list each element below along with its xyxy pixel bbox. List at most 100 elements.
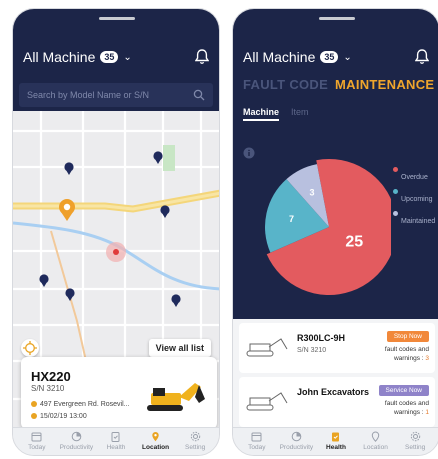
excavator-outline-icon [246,338,288,357]
tab-label: Productivity [59,444,94,451]
legend-item-upcoming: Upcoming [393,189,435,211]
machine-health-list: R300LC-9H S/N 3210 Stop Now fault codes … [233,319,438,429]
tab-productivity[interactable]: Productivity [277,428,317,455]
tab-label: Health [106,444,126,451]
maintenance-pie-chart: 25 7 3 [265,159,391,295]
machine-selector[interactable]: All Machine 35 ⌄ [23,49,132,65]
machine-serial: S/N 3210 [31,384,65,393]
park-area [163,145,175,171]
pie-value-label: 7 [289,214,294,224]
machine-serial: S/N 3210 [297,347,327,354]
search-box [19,83,213,107]
fault-summary: fault codes and warnings : 1 [359,399,429,417]
legend-item-overdue: Overdue [393,167,435,189]
view-all-list-button[interactable]: View all list [148,339,211,357]
fault-label: fault codes and warnings : [384,346,429,362]
list-item[interactable]: R300LC-9H S/N 3210 Stop Now fault codes … [239,323,435,373]
tab-label: Setting [185,444,206,451]
tab-fault-code[interactable]: FAULT CODE [243,77,328,92]
tab-health[interactable]: Health [96,428,136,455]
tab-label: Location [142,444,170,451]
machine-info-card[interactable]: HX220 S/N 3210 497 Evergreen Rd. Rosevil… [21,357,217,429]
excavator-icon [147,383,205,411]
tab-location[interactable]: Location [356,428,396,455]
legend-dot [393,189,398,194]
service-now-button[interactable]: Service Now [378,385,429,396]
pie-value-label: 3 [310,188,315,198]
calendar-icon [251,432,262,442]
calendar-icon [31,432,42,442]
legend-label: Maintained [401,218,436,225]
tab-setting[interactable]: Setting [395,428,435,455]
phone-speaker [99,17,135,20]
search-icon[interactable] [193,89,205,101]
machine-name: R300LC-9H [297,333,346,343]
pie-value-label: 25 [345,233,363,250]
bottom-tab-bar: Today Productivity Health Location Setti… [233,427,438,455]
machine-datetime: 15/02/19 13:00 [31,413,87,420]
pie-chart-icon [71,431,82,442]
bottom-tab-bar: Today Productivity Health Location Setti… [13,427,219,455]
tab-maintenance[interactable]: MAINTENANCE [335,77,434,92]
bell-icon[interactable] [195,49,209,65]
location-pin-icon [31,401,37,407]
phone-health-screen: All Machine 35 ⌄ FAULT CODE MAINTENANCE … [232,8,438,456]
bell-icon[interactable] [415,49,429,65]
tab-setting[interactable]: Setting [175,428,215,455]
datetime-text: 15/02/19 13:00 [40,413,87,420]
current-location-marker [106,242,126,262]
search-input[interactable] [27,83,187,107]
location-pin-icon [371,431,380,442]
tab-label: Location [363,444,388,451]
header-title: All Machine [23,49,96,65]
tab-today[interactable]: Today [17,428,57,455]
crosshair-icon [23,341,37,355]
legend-item-maintained: Maintained [393,211,435,233]
tab-label: Today [248,444,266,451]
tab-label: Today [28,444,46,451]
tab-label: Health [326,444,346,451]
tab-label: Productivity [279,444,314,451]
tab-productivity[interactable]: Productivity [57,428,97,455]
pie-chart-icon [291,431,302,442]
phone-location-screen: All Machine 35 ⌄ Search by Model Name or… [12,8,220,456]
machine-name: John Excavators [297,387,370,397]
tab-today[interactable]: Today [237,428,277,455]
location-pin-icon [152,432,159,442]
gear-icon [410,431,420,442]
machine-count-badge: 35 [100,51,119,63]
subtab-item[interactable]: Item [291,107,309,117]
canvas: All Machine 35 ⌄ Search by Model Name or… [0,0,438,459]
chevron-down-icon: ⌄ [123,51,132,63]
stop-now-button[interactable]: Stop Now [386,331,429,342]
gear-icon [190,431,200,442]
clipboard-icon [332,432,340,442]
fault-summary: fault codes and warnings : 3 [359,345,429,363]
address-text: 497 Evergreen Rd. Rosevil... [40,401,130,408]
legend-label: Overdue [401,174,428,181]
fault-count: 3 [425,355,429,362]
chevron-down-icon: ⌄ [343,51,352,63]
fault-count: 1 [425,409,429,416]
excavator-outline-icon [246,392,288,411]
list-item[interactable]: John Excavators Service Now fault codes … [239,377,435,427]
legend-label: Upcoming [401,196,433,203]
search-bar [13,81,219,111]
machine-selector[interactable]: All Machine 35 ⌄ [243,49,352,65]
tab-health[interactable]: Health [316,428,356,455]
fault-label: fault codes and warnings : [384,400,429,416]
tab-label: Setting [405,444,426,451]
locate-me-button[interactable] [21,339,39,357]
legend-dot [393,167,398,172]
phone-speaker [319,17,355,20]
machine-model: HX220 [31,369,71,384]
health-panel: All Machine 35 ⌄ FAULT CODE MAINTENANCE … [233,9,438,319]
machine-address: 497 Evergreen Rd. Rosevil... [31,401,130,408]
subtab-machine[interactable]: Machine [243,107,280,121]
header-title: All Machine [243,49,316,65]
tab-location[interactable]: Location [136,428,176,455]
clipboard-icon [111,432,120,442]
clock-icon [31,413,37,419]
legend-dot [393,211,398,216]
machine-count-badge: 35 [320,51,339,63]
